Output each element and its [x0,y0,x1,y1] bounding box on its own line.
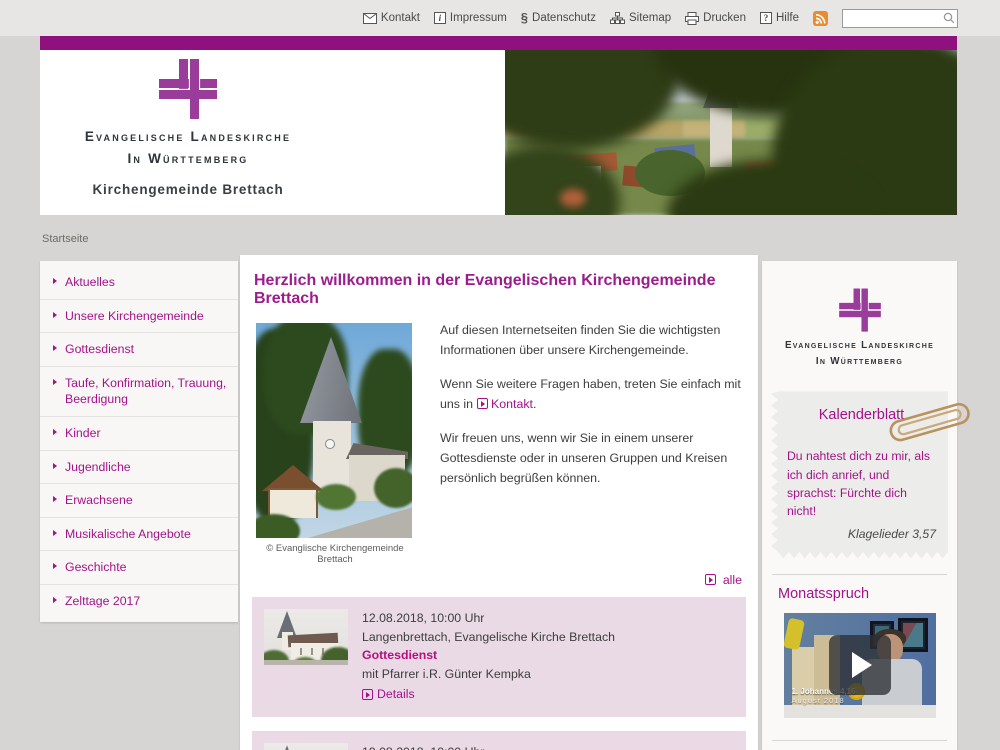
event-thumbnail [264,609,348,665]
sidebar-item-geschichte[interactable]: Geschichte [40,550,238,584]
photo-caption: © Evanglische Kirchengemeinde Brettach [256,543,414,565]
play-link-icon [362,689,373,700]
info-icon: i [434,12,446,24]
logo-wordmark-line2: In Württemberg [60,148,316,170]
chevron-right-icon [53,312,57,318]
sidebar-item-unsere-kirchengemeinde[interactable]: Unsere Kirchengemeinde [40,299,238,333]
page-title: Herzlich willkommen in der Evangelischen… [254,272,744,308]
site-logo[interactable]: Evangelische Landeskirche In Württemberg… [60,57,316,197]
video-caption-month: August 2018 [792,696,845,705]
printer-icon [685,12,699,25]
landeskirche-cross-icon [837,287,883,333]
alle-row: alle [240,569,758,597]
sidebar-item-zelttage-2017[interactable]: Zelttage 2017 [40,584,238,618]
right-sidebar: Evangelische Landeskirche In Württemberg… [762,261,957,750]
play-link-icon [477,398,488,409]
divider [772,740,947,741]
main-navigation: Aktuelles Unsere Kirchengemeinde Gottesd… [40,261,238,622]
chevron-right-icon [53,597,57,603]
topbar-link-kontakt[interactable]: Kontakt [363,12,420,24]
sidebar-item-kinder[interactable]: Kinder [40,416,238,450]
intro-figure: © Evanglische Kirchengemeinde Brettach [256,323,414,565]
parish-name: Kirchengemeinde Brettach [60,182,316,197]
topbar-link-drucken[interactable]: Drucken [685,12,746,25]
event-date: 19.08.2018, 10:00 Uhr [362,743,615,750]
kalenderblatt-widget: Kalenderblatt Du nahtest dich zu mir, al… [771,391,948,558]
page: Kontakt i Impressum § Datenschutz Sitema… [0,0,1000,750]
topbar-link-hilfe[interactable]: ? Hilfe [760,12,799,24]
top-utility-bar: Kontakt i Impressum § Datenschutz Sitema… [0,0,1000,36]
sidebar-item-gottesdienst[interactable]: Gottesdienst [40,332,238,366]
sitemap-icon [610,12,625,24]
paperclip-icon [884,397,980,449]
kontakt-link[interactable]: Kontakt [491,397,533,411]
event-details-link[interactable]: Details [362,685,415,704]
play-button[interactable] [829,635,891,695]
alle-link[interactable]: alle [723,573,742,587]
church-photo [256,323,412,538]
event-item-2: 19.08.2018, 10:00 Uhr Langenbrettach, Ev… [252,731,746,750]
event-subtitle: mit Pfarrer i.R. Günter Kempka [362,665,615,684]
sidebar-item-taufe-konfirmation[interactable]: Taufe, Konfirmation, Trauung, Beerdigung [40,366,238,416]
breadcrumb: Startseite [42,233,88,245]
event-item-1: 12.08.2018, 10:00 Uhr Langenbrettach, Ev… [252,597,746,717]
topbar-link-datenschutz[interactable]: § Datenschutz [521,12,596,24]
divider [772,574,947,575]
chevron-right-icon [53,496,57,502]
search-icon[interactable] [943,12,955,24]
monatsspruch-video[interactable]: 1. Johannes 4,16 August 2018 [784,613,936,718]
event-thumbnail [264,743,348,750]
logo-wordmark-line1: Evangelische Landeskirche [60,126,316,148]
chevron-right-icon [53,463,57,469]
paragraph-icon: § [521,12,528,24]
landeskirche-cross-icon [156,57,220,121]
event-location: Langenbrettach, Evangelische Kirche Bret… [362,628,615,647]
question-icon: ? [760,12,772,24]
chevron-right-icon [53,429,57,435]
play-link-icon [705,574,716,585]
chevron-right-icon [53,530,57,536]
monatsspruch-title: Monatsspruch [778,586,957,602]
topbar-link-impressum[interactable]: i Impressum [434,12,507,24]
header-village-photo [505,50,957,215]
rss-icon[interactable] [813,11,828,26]
sidebar-logo[interactable]: Evangelische Landeskirche In Württemberg [762,261,957,369]
logo-wordmark-line2: In Württemberg [762,354,957,370]
topbar-link-sitemap[interactable]: Sitemap [610,12,671,24]
main-content: Herzlich willkommen in der Evangelischen… [240,255,758,750]
search-box [842,9,958,28]
site-header: Evangelische Landeskirche In Württemberg… [40,50,957,215]
kalenderblatt-source: Klagelieder 3,57 [787,527,936,541]
search-input[interactable] [842,9,958,28]
chevron-right-icon [53,278,57,284]
chevron-right-icon [53,563,57,569]
chevron-right-icon [53,345,57,351]
sidebar-item-jugendliche[interactable]: Jugendliche [40,450,238,484]
event-title: Gottesdienst [362,646,615,665]
logo-wordmark-line1: Evangelische Landeskirche [762,338,957,354]
brand-color-bar [40,36,957,50]
sidebar-item-aktuelles[interactable]: Aktuelles [40,266,238,299]
kalenderblatt-quote: Du nahtest dich zu mir, als ich dich anr… [787,447,936,520]
sidebar-item-musikalische-angebote[interactable]: Musikalische Angebote [40,517,238,551]
sidebar-item-erwachsene[interactable]: Erwachsene [40,483,238,517]
chevron-right-icon [53,379,57,385]
mail-icon [363,13,377,24]
event-date: 12.08.2018, 10:00 Uhr [362,609,615,628]
